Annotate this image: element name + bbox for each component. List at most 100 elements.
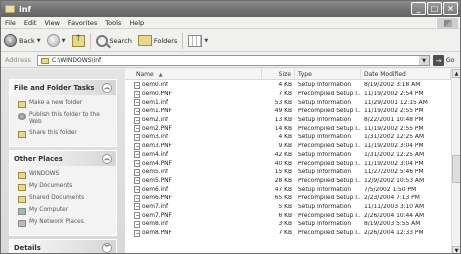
file-name: oem5.PNF	[142, 177, 172, 184]
file-row[interactable]: oem6.PNF 65 KB Precompiled Setup I... 2/23/…	[125, 194, 451, 203]
back-arrow-icon: ‹	[4, 34, 17, 47]
file-row[interactable]: oem2.inf 13 KB Setup Information 8/22/2001 …	[125, 116, 451, 125]
search-icon	[95, 34, 108, 47]
computer-icon	[18, 208, 26, 215]
menu-edit[interactable]: Edit	[20, 19, 41, 27]
file-row[interactable]: oem6.inf 47 KB Setup Information 7/5/2002 1…	[125, 185, 451, 194]
menu-tools[interactable]: Tools	[101, 19, 125, 27]
file-row[interactable]: oem5.inf 15 KB Setup Information 11/27/2002…	[125, 168, 451, 177]
vertical-scrollbar[interactable]: ▲ ▼	[451, 69, 460, 253]
folders-label: Folders	[153, 36, 178, 45]
menu-favorites[interactable]: Favorites	[64, 19, 101, 27]
file-date-modified: 8/22/2001 10:48 PM	[364, 117, 424, 124]
file-name-cell: oem1.PNF	[125, 107, 262, 115]
file-row[interactable]: oem8.PNF 7 KB Precompiled Setup I... 2/26/2…	[125, 229, 451, 238]
forward-button[interactable]: › ▼	[44, 31, 69, 51]
file-row[interactable]: oem4.PNF 40 KB Precompiled Setup I... 11/19…	[125, 159, 451, 168]
file-date-modified: 12/9/2002 10:53 AM	[364, 177, 425, 184]
address-dropdown-icon[interactable]: ▼	[419, 56, 429, 65]
file-name: oem8.inf	[142, 221, 169, 228]
panel-title: File and Folder Tasks	[14, 83, 95, 92]
forward-dropdown-icon[interactable]: ▼	[62, 38, 66, 44]
other-places-header[interactable]: Other Places ︽	[10, 151, 116, 166]
scroll-up-button[interactable]: ▲	[452, 69, 460, 78]
place-my-documents-link[interactable]: My Documents	[18, 183, 111, 191]
title-bar[interactable]: inf _ □ ×	[1, 1, 460, 17]
minimize-button[interactable]: _	[411, 2, 426, 15]
back-button[interactable]: ‹ Back ▼	[1, 31, 44, 51]
column-name-label: Name	[136, 71, 154, 78]
file-date-modified: 11/19/2002 3:04 PM	[364, 143, 424, 150]
file-icon	[134, 186, 140, 194]
menu-help[interactable]: Help	[125, 19, 148, 27]
folders-button[interactable]: Folders	[135, 31, 180, 51]
place-label: Shared Documents	[29, 195, 85, 201]
place-label: My Documents	[29, 183, 73, 189]
go-button[interactable]: → Go	[433, 55, 454, 66]
file-row[interactable]: oem8.inf 3 KB Setup Information 8/19/2003 5…	[125, 220, 451, 229]
file-row[interactable]: oem7.PNF 6 KB Precompiled Setup I... 2/26/2…	[125, 211, 451, 220]
window-title: inf	[19, 4, 31, 14]
address-path: C:\WINDOWS\inf	[52, 57, 102, 64]
place-label: My Computer	[29, 207, 69, 213]
address-field[interactable]: C:\WINDOWS\inf ▼	[37, 55, 430, 66]
file-icon	[134, 194, 140, 202]
collapse-icon[interactable]: ︽	[102, 82, 112, 93]
file-row[interactable]: oem1.PNF 49 KB Precompiled Setup I... 11/19…	[125, 107, 451, 116]
column-header-date[interactable]: Date Modified	[361, 69, 451, 80]
up-folder-button[interactable]	[69, 31, 88, 51]
documents-icon	[18, 184, 26, 191]
details-header[interactable]: Details ︾	[10, 240, 116, 253]
shared-folder-icon	[18, 196, 26, 203]
close-button[interactable]: ×	[443, 2, 458, 15]
file-row[interactable]: oem3.PNF 9 KB Precompiled Setup I... 11/19/…	[125, 142, 451, 151]
file-size: 42 KB	[274, 151, 292, 158]
file-name: oem3.inf	[142, 134, 169, 141]
back-dropdown-icon[interactable]: ▼	[37, 38, 41, 44]
task-label: Make a new folder	[29, 100, 83, 106]
file-row[interactable]: oem0.inf 4 KB Setup Information 8/19/2002 3…	[125, 81, 451, 90]
expand-icon[interactable]: ︾	[102, 242, 112, 253]
collapse-icon[interactable]: ︽	[102, 153, 112, 164]
menu-view[interactable]: View	[40, 19, 63, 27]
views-button[interactable]: ▼	[185, 31, 211, 51]
file-row[interactable]: oem0.PNF 7 KB Precompiled Setup I... 11/19/…	[125, 90, 451, 99]
file-icon	[134, 133, 140, 141]
file-type: Precompiled Setup I...	[298, 91, 361, 98]
file-type: Precompiled Setup I...	[298, 195, 361, 202]
file-row[interactable]: oem2.PNF 14 KB Precompiled Setup I... 11/19…	[125, 124, 451, 133]
file-rows: oem0.inf 4 KB Setup Information 8/19/2002 3…	[125, 81, 451, 237]
file-folder-tasks-header[interactable]: File and Folder Tasks ︽	[10, 80, 116, 95]
file-row[interactable]: oem3.inf 4 KB Setup Information 1/31/2002 1…	[125, 133, 451, 142]
file-row[interactable]: oem1.inf 53 KB Setup Information 11/29/2001…	[125, 98, 451, 107]
maximize-button[interactable]: □	[427, 2, 442, 15]
column-header-size[interactable]: Size	[262, 69, 295, 80]
file-name: oem5.inf	[142, 169, 169, 176]
views-dropdown-icon[interactable]: ▼	[204, 38, 208, 44]
scroll-thumb[interactable]	[452, 155, 460, 183]
column-header-row: Name ▲ Size Type Date Modified	[125, 69, 451, 80]
file-type: Precompiled Setup I...	[298, 160, 361, 167]
file-name: oem3.PNF	[142, 143, 172, 150]
place-my-computer-link[interactable]: My Computer	[18, 207, 111, 215]
share-icon	[18, 131, 26, 138]
file-name-cell: oem2.inf	[125, 116, 262, 124]
file-name-cell: oem6.PNF	[125, 194, 262, 202]
publish-folder-link[interactable]: Publish this folder to the Web	[18, 112, 111, 126]
file-row[interactable]: oem4.inf 42 KB Setup Information 1/31/2002 …	[125, 151, 451, 160]
scroll-down-button[interactable]: ▼	[452, 246, 460, 253]
file-row[interactable]: oem7.inf 5 KB Setup Information 11/11/2003 …	[125, 203, 451, 212]
place-label: My Network Places	[29, 219, 84, 225]
place-my-network-places-link[interactable]: My Network Places	[18, 219, 111, 227]
file-row[interactable]: oem5.PNF 28 KB Precompiled Setup I... 12/9/…	[125, 177, 451, 186]
place-windows-link[interactable]: WINDOWS	[18, 171, 111, 179]
file-date-modified: 8/19/2003 5:55 AM	[364, 221, 421, 228]
file-type: Precompiled Setup I...	[298, 212, 361, 219]
column-header-type[interactable]: Type	[295, 69, 361, 80]
make-new-folder-link[interactable]: Make a new folder	[18, 100, 111, 108]
share-folder-link[interactable]: Share this folder	[18, 130, 111, 138]
menu-file[interactable]: File	[1, 19, 20, 27]
search-button[interactable]: Search	[93, 31, 135, 51]
place-shared-documents-link[interactable]: Shared Documents	[18, 195, 111, 203]
column-header-name[interactable]: Name ▲	[125, 69, 262, 80]
